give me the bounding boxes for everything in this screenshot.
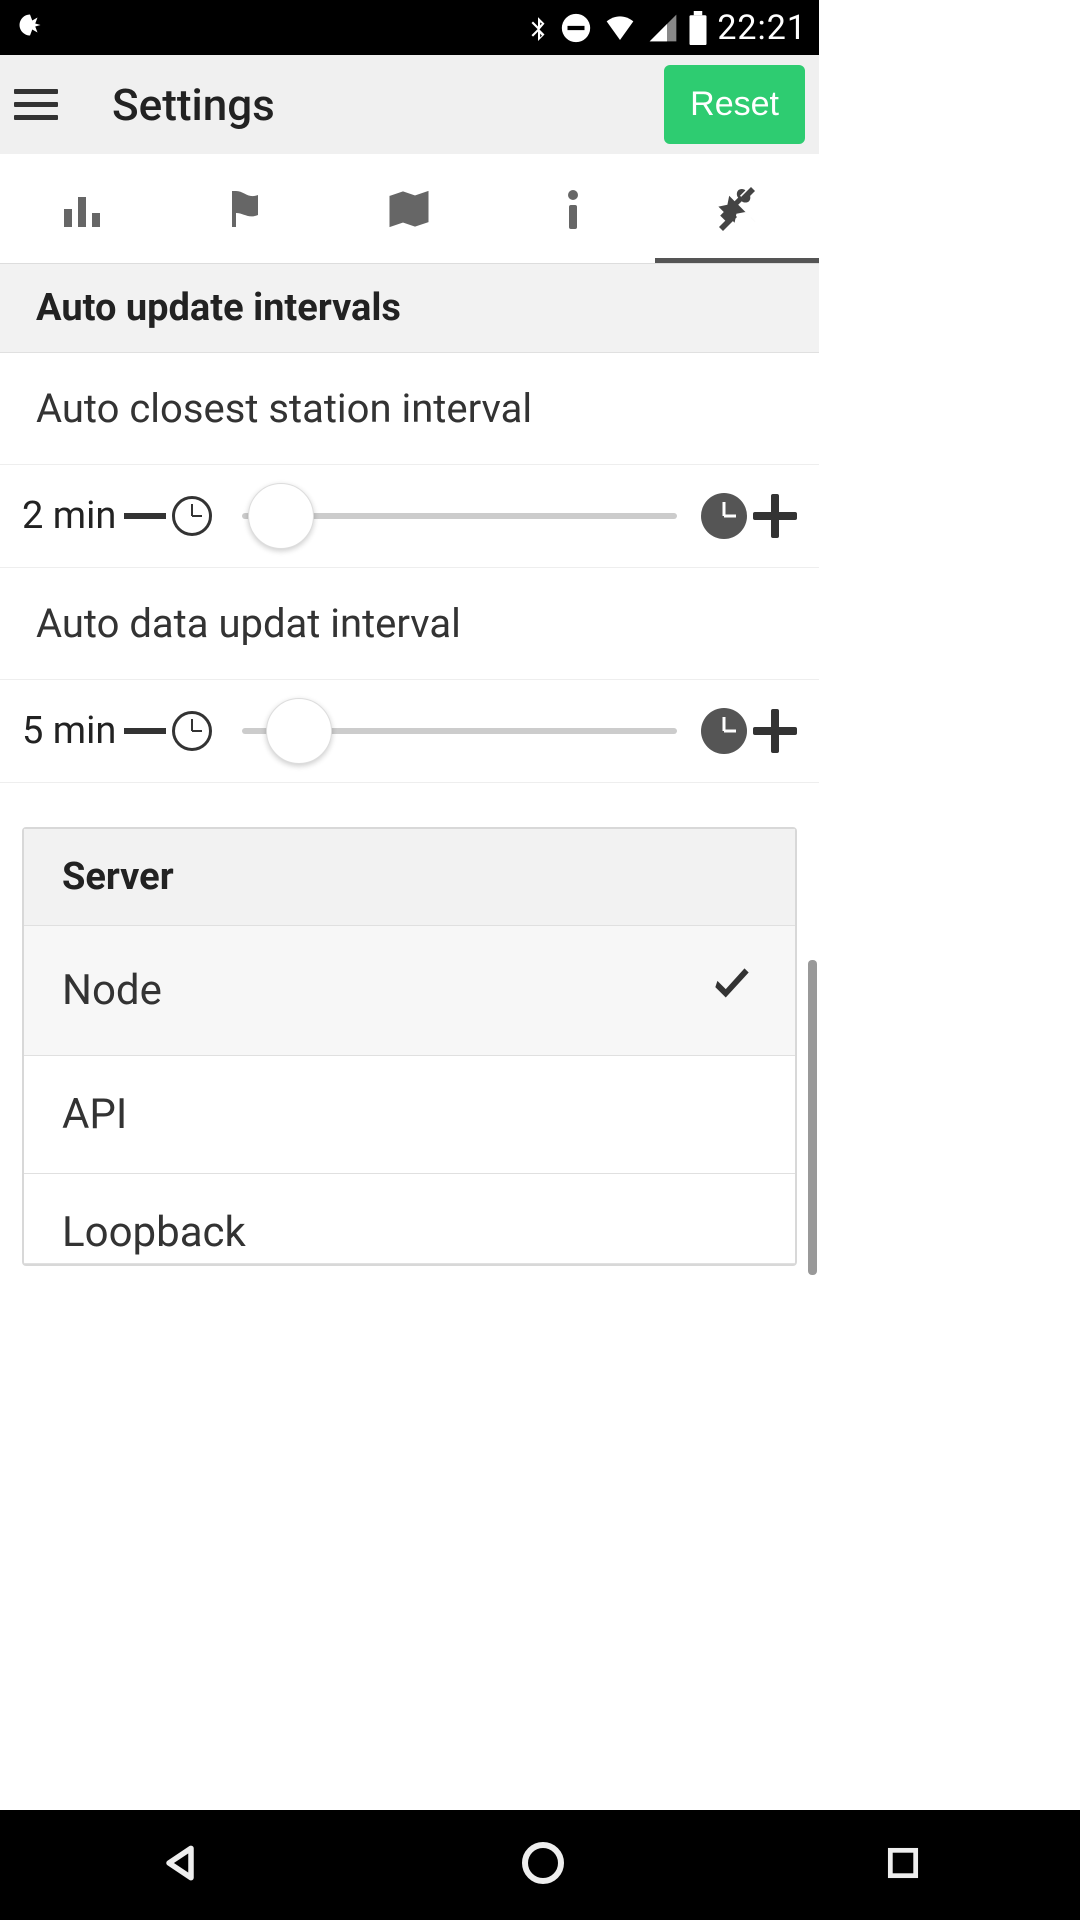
server-option-node[interactable]: Node [24,926,795,1056]
clock-filled-icon[interactable] [701,493,747,539]
page-title: Settings [112,79,664,131]
battery-icon [687,11,709,45]
slider-track-2[interactable] [242,728,677,734]
tab-map[interactable] [328,154,492,263]
slider-value-1: 2 min [22,494,122,538]
menu-button[interactable] [14,81,62,129]
slider-thumb-1[interactable] [248,483,314,549]
plus-icon[interactable] [753,709,797,753]
plus-icon[interactable] [753,494,797,538]
clock-filled-icon[interactable] [701,708,747,754]
server-option-label: API [62,1090,127,1139]
tab-bar [0,154,819,264]
slider-track-1[interactable] [242,513,677,519]
minus-icon [124,728,166,734]
wifi-icon [601,12,639,44]
tab-info[interactable] [491,154,655,263]
tab-stats[interactable] [0,154,164,263]
server-card: Server Node API Loopback [22,827,797,1266]
slider-value-2: 5 min [22,709,122,753]
minus-icon [124,513,166,519]
android-nav-bar [0,1810,1080,1920]
nav-recents-button[interactable] [884,1844,922,1886]
bluetooth-icon [525,10,551,46]
android-status-bar: 22:21 [0,0,819,55]
server-header: Server [24,829,795,926]
slider-thumb-2[interactable] [266,698,332,764]
cell-signal-icon [647,12,679,44]
weather-icon [12,10,48,46]
dnd-icon [559,11,593,45]
server-option-api[interactable]: API [24,1056,795,1174]
clock-outline-icon[interactable] [172,496,212,536]
app-bar: Settings Reset [0,55,819,154]
nav-back-button[interactable] [158,1841,202,1889]
reset-button[interactable]: Reset [664,65,805,144]
status-clock: 22:21 [717,8,807,48]
tab-flag[interactable] [164,154,328,263]
clock-outline-icon[interactable] [172,711,212,751]
section-auto-update: Auto update intervals [0,264,819,353]
server-option-label: Node [62,966,162,1015]
check-icon [707,960,757,1021]
setting-closest-station-label: Auto closest station interval [0,353,819,465]
slider-closest-station: 2 min [0,465,819,568]
slider-data-update: 5 min [0,680,819,783]
scrollbar[interactable] [808,960,817,1275]
tab-tools[interactable] [655,154,819,263]
setting-data-update-label: Auto data updat interval [0,568,819,680]
nav-home-button[interactable] [519,1839,567,1891]
server-option-label: Loopback [62,1208,246,1257]
server-option-loopback[interactable]: Loopback [24,1174,795,1264]
